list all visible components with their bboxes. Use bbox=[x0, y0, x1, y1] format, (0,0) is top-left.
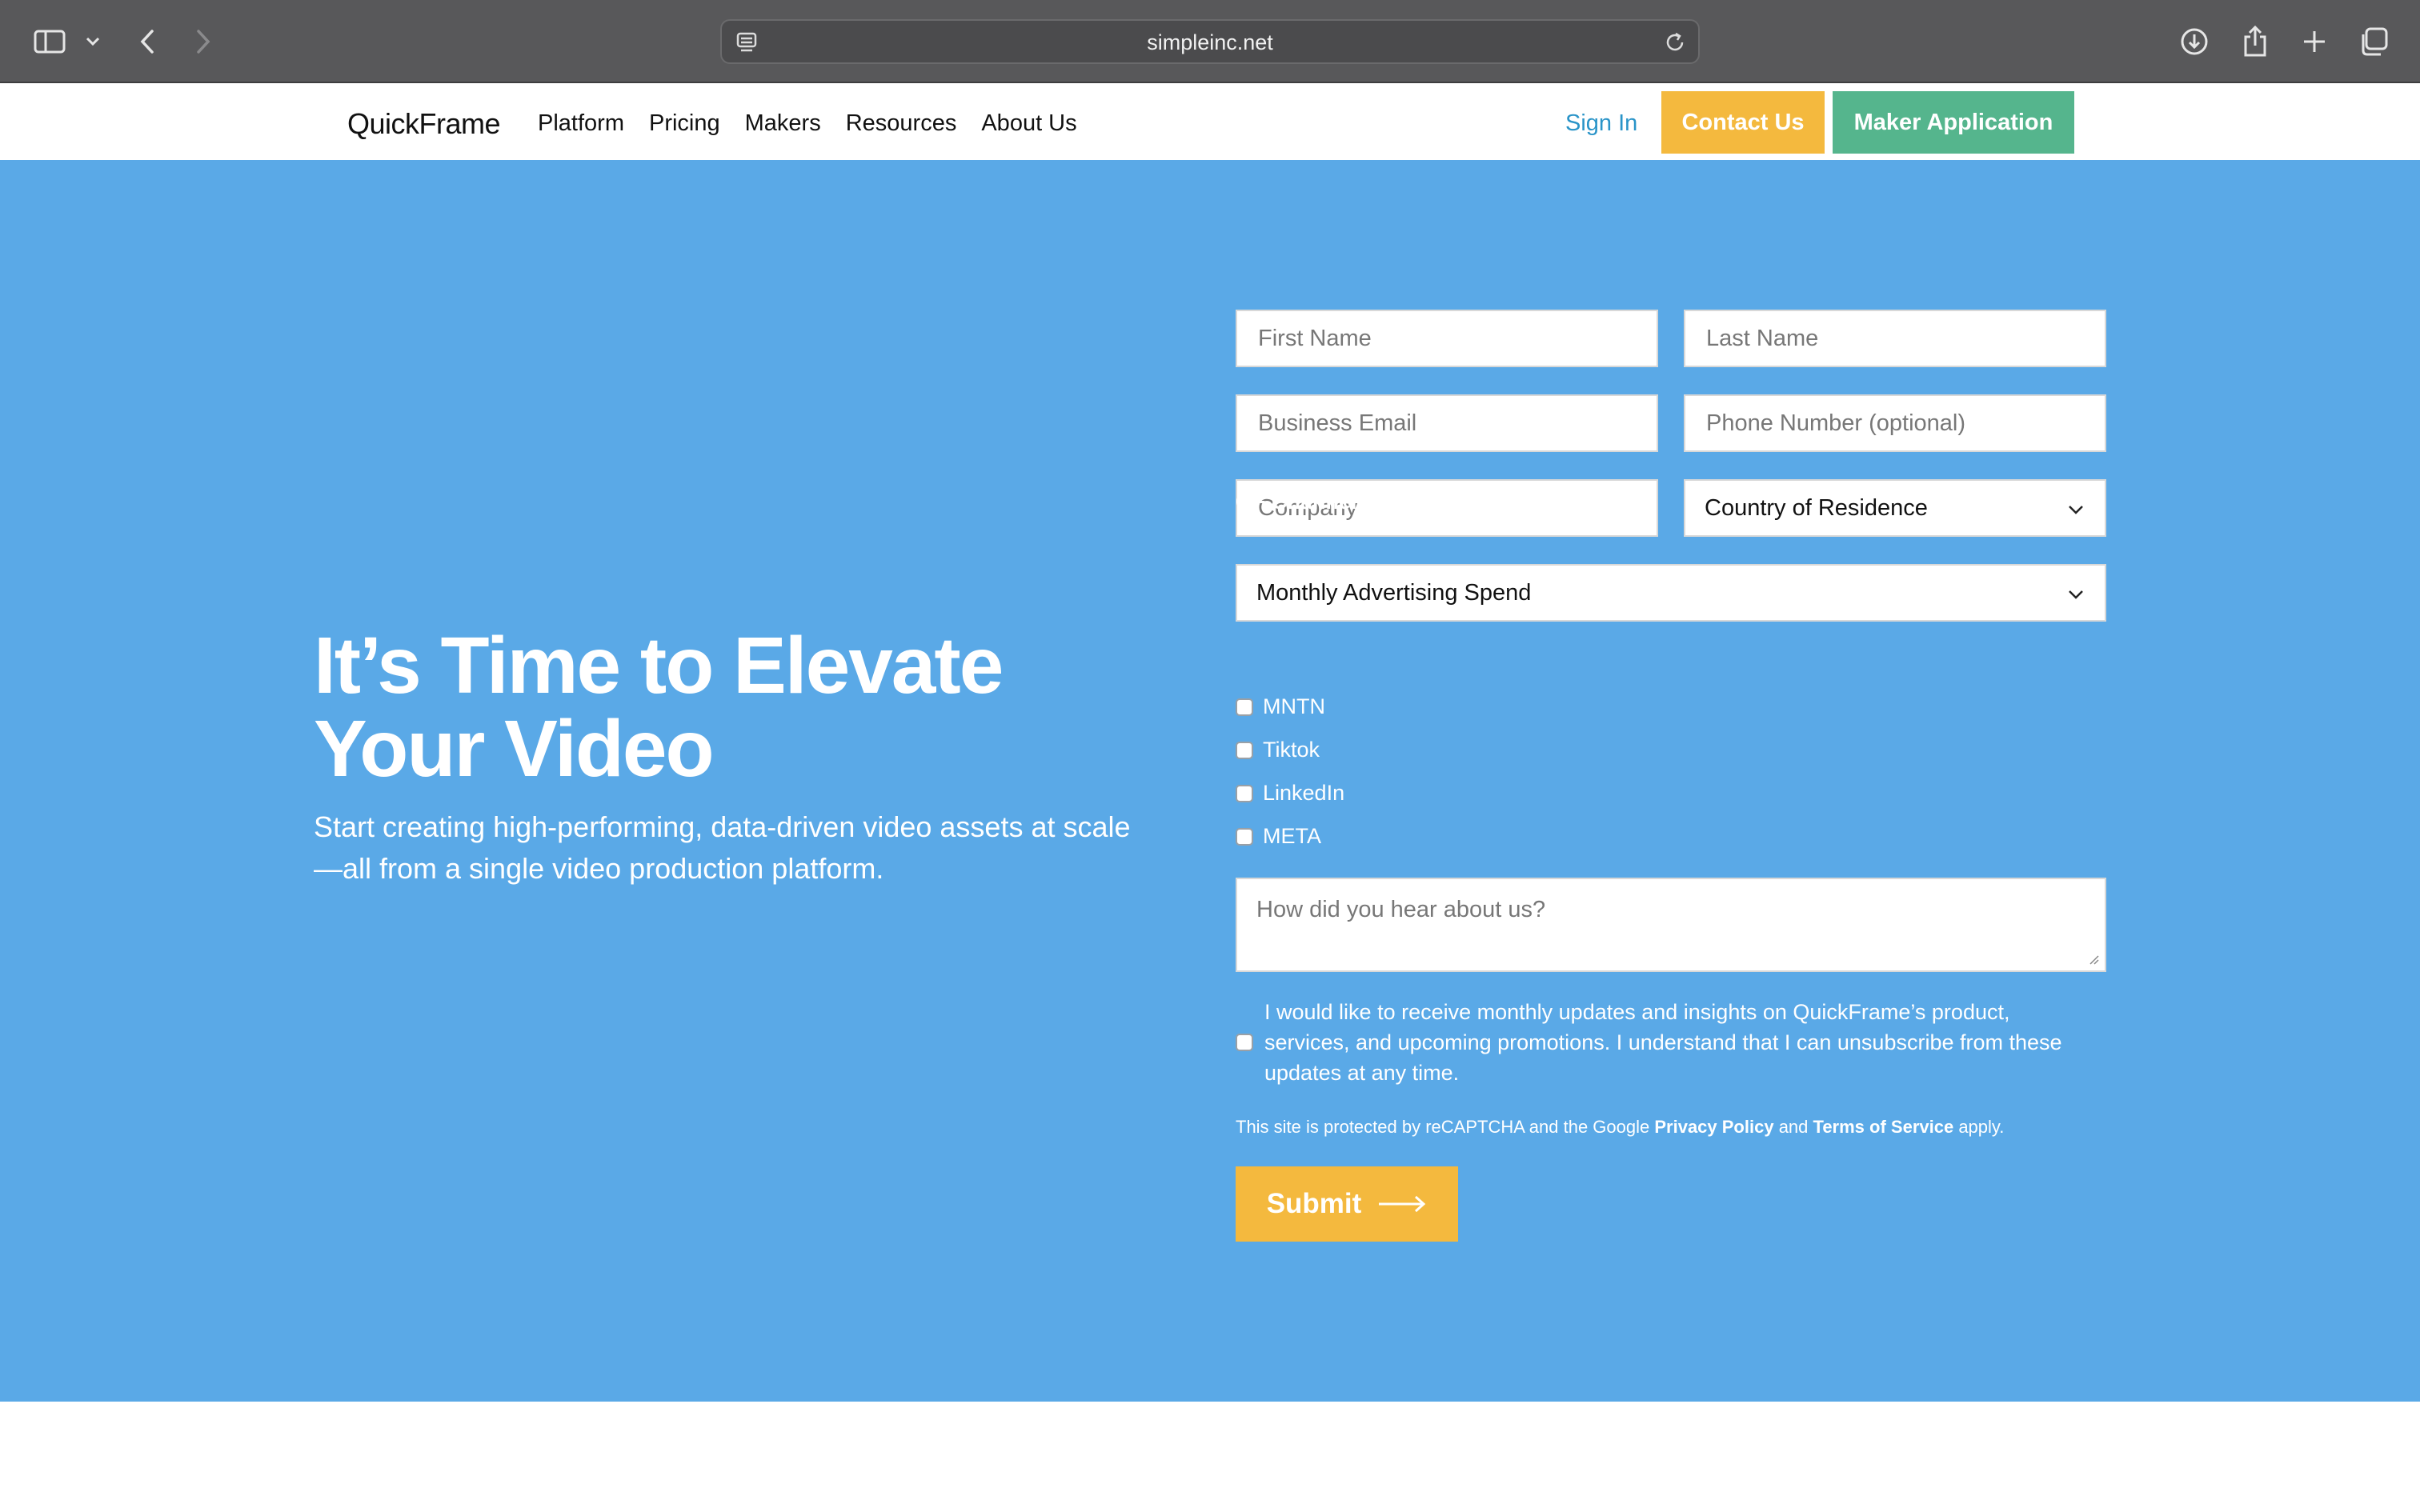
hero-headline: It’s Time to Elevate Your Video bbox=[314, 624, 1098, 790]
phone-number-input[interactable] bbox=[1705, 409, 2105, 438]
business-email-input[interactable] bbox=[1256, 409, 1657, 438]
ad-spend-select[interactable]: Monthly Advertising Spend bbox=[1236, 564, 2106, 622]
checkbox-tiktok[interactable] bbox=[1236, 741, 1253, 759]
submit-label: Submit bbox=[1266, 1188, 1362, 1219]
channel-partner-option[interactable]: Tiktok bbox=[1236, 738, 1320, 762]
reload-icon[interactable] bbox=[1661, 29, 1689, 56]
chevron-down-icon bbox=[2069, 506, 2083, 514]
sidebar-icon[interactable] bbox=[30, 22, 69, 61]
submit-button[interactable]: Submit bbox=[1236, 1166, 1458, 1242]
resize-grip-icon[interactable] bbox=[2087, 953, 2100, 966]
ad-spend-select-value: Monthly Advertising Spend bbox=[1256, 579, 1532, 606]
contact-us-button[interactable]: Contact Us bbox=[1661, 91, 1825, 154]
checkbox-label: LinkedIn bbox=[1263, 781, 1345, 805]
arrow-right-icon bbox=[1379, 1195, 1426, 1213]
nav-link-about-us[interactable]: About Us bbox=[981, 110, 1076, 137]
quickframe-logo[interactable]: QuickFrame bbox=[347, 107, 501, 141]
browser-toolbar: simpleinc.net bbox=[0, 0, 2420, 83]
recaptcha-and: and bbox=[1773, 1117, 1813, 1137]
back-icon[interactable] bbox=[128, 22, 166, 61]
maker-application-button[interactable]: Maker Application bbox=[1833, 91, 2074, 154]
chevron-down-icon[interactable] bbox=[77, 22, 109, 61]
checkbox-label: Tiktok bbox=[1263, 738, 1320, 762]
recaptcha-prefix: This site is protected by reCAPTCHA and … bbox=[1236, 1117, 1655, 1137]
tabs-icon[interactable] bbox=[2354, 22, 2393, 61]
privacy-policy-link[interactable]: Privacy Policy bbox=[1654, 1117, 1773, 1137]
hero-headline-line-1: It’s Time to Elevate bbox=[314, 621, 1004, 710]
checkbox-label: META bbox=[1263, 824, 1321, 848]
channel-partner-option[interactable]: LinkedIn bbox=[1236, 781, 1344, 806]
plus-icon[interactable] bbox=[2295, 22, 2334, 61]
country-select[interactable]: Country of Residence bbox=[1684, 479, 2106, 537]
site-header: QuickFrame Platform Pricing Makers Resou… bbox=[0, 83, 2420, 160]
checkbox-mntn[interactable] bbox=[1236, 698, 1253, 716]
nav-link-pricing[interactable]: Pricing bbox=[649, 110, 720, 137]
sign-in-link[interactable]: Sign In bbox=[1565, 110, 1637, 137]
forward-icon[interactable] bbox=[184, 22, 222, 61]
first-name-field[interactable] bbox=[1236, 310, 1658, 367]
consent-line-1: I would like to receive monthly updates … bbox=[1264, 1000, 2010, 1024]
hero-subheading-line-1: Start creating high-performing, data-dri… bbox=[314, 810, 1131, 843]
first-name-input[interactable] bbox=[1256, 324, 1657, 353]
consent-checkbox[interactable] bbox=[1236, 1034, 1253, 1051]
nav-link-resources[interactable]: Resources bbox=[846, 110, 957, 137]
business-email-field[interactable] bbox=[1236, 394, 1658, 452]
hear-about-us-textarea[interactable]: How did you hear about us? bbox=[1236, 878, 2106, 972]
address-bar[interactable]: simpleinc.net bbox=[720, 19, 1700, 64]
terms-of-service-link[interactable]: Terms of Service bbox=[1813, 1117, 1954, 1137]
phone-number-field[interactable] bbox=[1684, 394, 2106, 452]
channel-partner-title: QF Channel Partner bbox=[1236, 490, 1439, 514]
last-name-field[interactable] bbox=[1684, 310, 2106, 367]
chevron-down-icon bbox=[2069, 590, 2083, 599]
hero-headline-line-2: Your Video bbox=[314, 704, 715, 794]
hero-subheading-line-2: —all from a single video production plat… bbox=[314, 852, 884, 885]
nav-link-platform[interactable]: Platform bbox=[538, 110, 624, 137]
channel-partner-option[interactable]: META bbox=[1236, 824, 1321, 849]
consent-line-3: updates at any time. bbox=[1264, 1061, 1460, 1085]
hear-about-us-placeholder: How did you hear about us? bbox=[1256, 897, 1546, 922]
checkbox-meta[interactable] bbox=[1236, 827, 1253, 846]
share-icon[interactable] bbox=[2236, 22, 2274, 61]
nav-link-makers[interactable]: Makers bbox=[745, 110, 821, 137]
consent-line-2: services, and upcoming promotions. I und… bbox=[1264, 1030, 2062, 1054]
hero-subheading: Start creating high-performing, data-dri… bbox=[314, 806, 1194, 890]
main-nav: Platform Pricing Makers Resources About … bbox=[538, 110, 1102, 137]
recaptcha-suffix: apply. bbox=[1953, 1117, 2005, 1137]
consent-text: I would like to receive monthly updates … bbox=[1264, 997, 2113, 1088]
country-select-value: Country of Residence bbox=[1705, 494, 1928, 521]
checkbox-linkedin[interactable] bbox=[1236, 784, 1253, 802]
checkbox-label: MNTN bbox=[1263, 694, 1325, 718]
url-text: simpleinc.net bbox=[1147, 30, 1273, 54]
last-name-input[interactable] bbox=[1705, 324, 2105, 353]
channel-partner-option[interactable]: MNTN bbox=[1236, 694, 1325, 719]
recaptcha-notice: This site is protected by reCAPTCHA and … bbox=[1236, 1117, 2004, 1138]
download-icon[interactable] bbox=[2175, 22, 2214, 61]
